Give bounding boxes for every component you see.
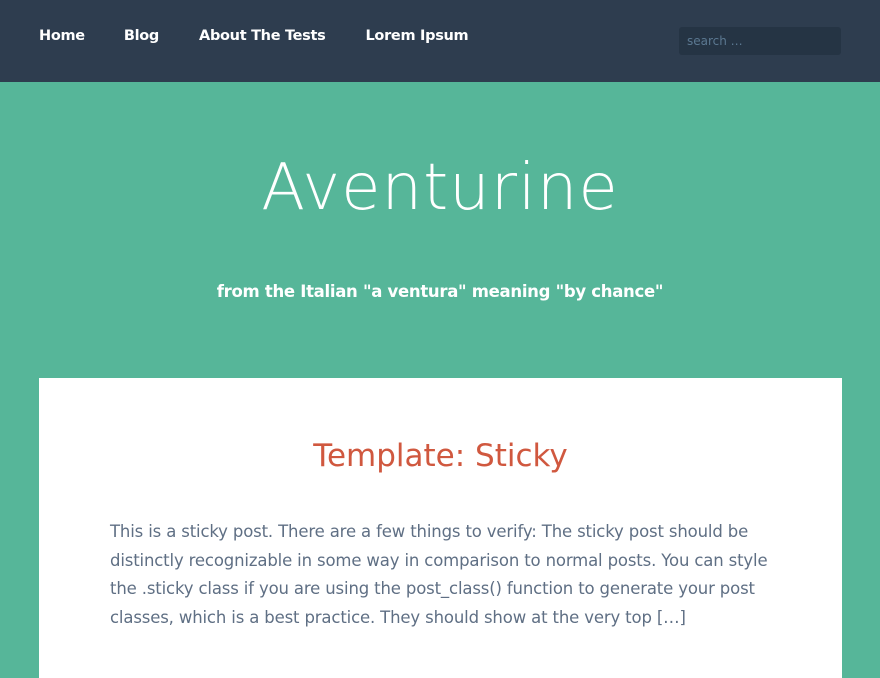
nav-item-home[interactable]: Home xyxy=(39,26,85,46)
site-tagline: from the Italian "a ventura" meaning "by… xyxy=(216,282,664,301)
post-card: Template: Sticky This is a sticky post. … xyxy=(39,378,842,678)
site-header: Aventurine from the Italian "a ventura" … xyxy=(0,82,880,378)
post-title-link[interactable]: Template: Sticky xyxy=(39,434,842,478)
search-input[interactable] xyxy=(679,27,841,55)
nav-item-blog[interactable]: Blog xyxy=(124,26,159,46)
top-navigation-bar: Home Blog About The Tests Lorem Ipsum xyxy=(0,0,880,82)
site-title[interactable]: Aventurine xyxy=(0,150,880,226)
primary-menu: Home Blog About The Tests Lorem Ipsum xyxy=(39,26,469,46)
nav-item-about-the-tests[interactable]: About The Tests xyxy=(199,26,326,46)
nav-item-lorem-ipsum[interactable]: Lorem Ipsum xyxy=(365,26,468,46)
post-excerpt: This is a sticky post. There are a few t… xyxy=(110,522,768,627)
